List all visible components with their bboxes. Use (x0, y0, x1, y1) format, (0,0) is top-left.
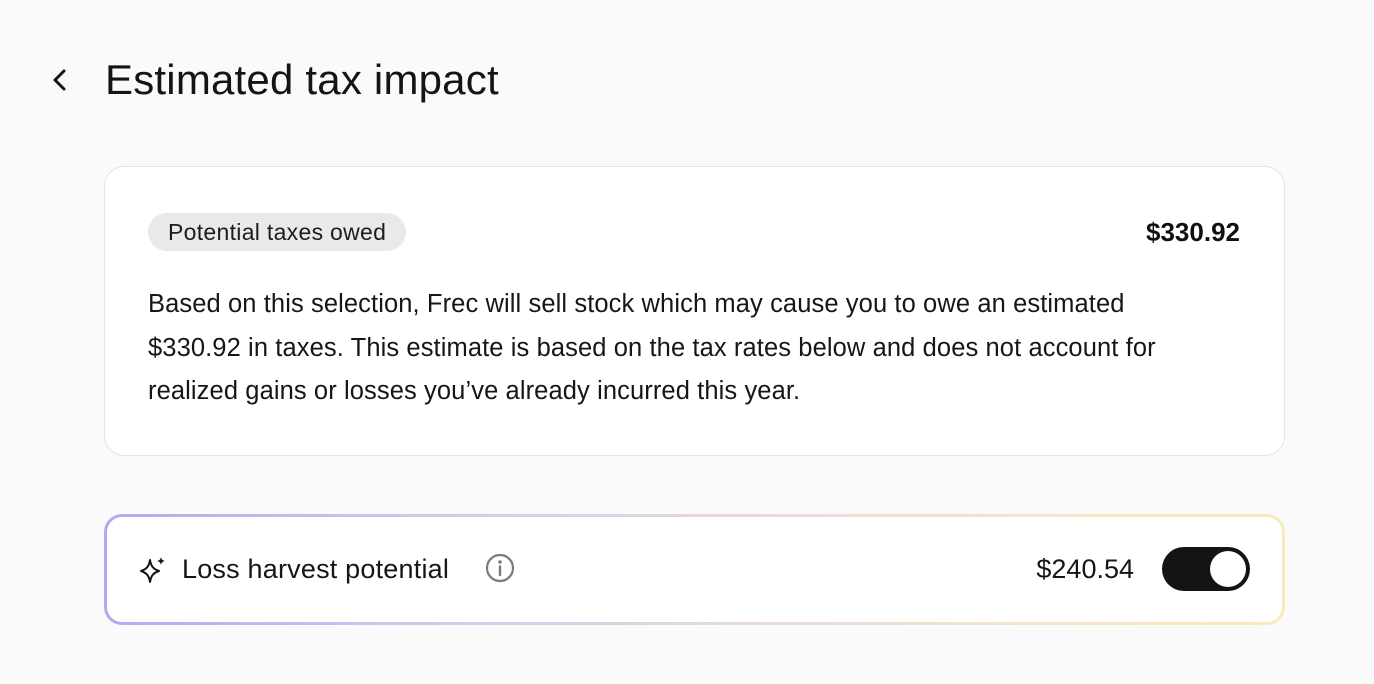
loss-harvest-row: Loss harvest potential $240.54 (107, 517, 1282, 622)
chevron-left-icon (53, 69, 66, 91)
back-button[interactable] (40, 60, 80, 100)
sparkle-icon (140, 557, 165, 583)
page-header: Estimated tax impact (0, 0, 1374, 160)
page-title: Estimated tax impact (105, 56, 499, 103)
tax-impact-card: Potential taxes owed $330.92 Based on th… (104, 166, 1285, 456)
tax-description: Based on this selection, Frec will sell … (148, 290, 1156, 405)
loss-harvest-card: Loss harvest potential $240.54 (104, 514, 1285, 625)
potential-taxes-badge: Potential taxes owed (148, 213, 407, 251)
info-icon[interactable] (484, 552, 516, 584)
potential-taxes-amount: $330.92 (1146, 217, 1240, 247)
loss-harvest-label: Loss harvest potential (182, 554, 450, 584)
loss-harvest-toggle[interactable] (1162, 547, 1250, 591)
toggle-knob (1210, 551, 1246, 587)
loss-harvest-amount: $240.54 (1036, 554, 1134, 584)
